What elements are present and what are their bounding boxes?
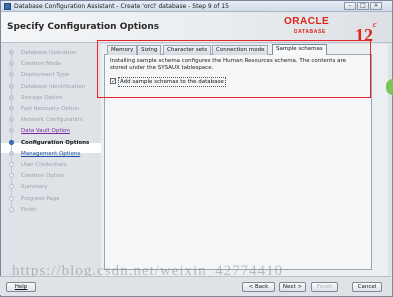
highlight-annotation-box xyxy=(97,40,371,98)
step-indicator-icon xyxy=(9,162,14,167)
sidebar-step-creation-mode: Creation Mode xyxy=(21,61,62,68)
help-button[interactable]: Help xyxy=(6,282,36,292)
step-indicator-icon xyxy=(9,117,14,123)
cancel-button-label: Cancel xyxy=(357,284,377,290)
oracle-logo: ORACLE DATABASE xyxy=(284,16,358,38)
maximize-button[interactable]: □ xyxy=(357,2,369,10)
step-indicator-icon xyxy=(9,128,14,134)
app-icon xyxy=(4,3,11,10)
wizard-footer: Help < Back Next > Finish Cancel xyxy=(0,276,391,295)
step-indicator-icon xyxy=(9,72,14,78)
back-button[interactable]: < Back xyxy=(242,282,275,292)
sidebar-step-network-configuration: Network Configuration xyxy=(21,117,84,124)
finish-button-label: Finish xyxy=(316,284,333,290)
minimize-button[interactable]: – xyxy=(344,2,356,10)
sidebar-step-management-options[interactable]: Management Options xyxy=(21,149,80,159)
step-indicator-icon xyxy=(9,83,14,89)
page-title: Specify Configuration Options xyxy=(7,22,160,32)
step-indicator-icon xyxy=(9,173,14,179)
sidebar-step-summary: Summary xyxy=(21,184,48,191)
sidebar-step-storage-option: Storage Option xyxy=(21,94,63,101)
title-bar: Database Configuration Assistant - Creat… xyxy=(1,1,392,12)
next-button[interactable]: Next > xyxy=(279,282,306,292)
version-suffix: c xyxy=(373,20,377,29)
step-indicator-icon xyxy=(9,184,14,190)
cancel-button[interactable]: Cancel xyxy=(352,282,382,292)
close-button[interactable]: × xyxy=(370,2,382,10)
page-header: Specify Configuration Options ORACLE DAT… xyxy=(1,12,392,44)
step-indicator-icon xyxy=(9,94,14,100)
sidebar-step-configuration-options: Configuration Options xyxy=(21,139,90,146)
next-button-label: Next > xyxy=(282,284,303,290)
steps-sidebar: Database Operation Creation Mode Deploymen… xyxy=(1,44,101,276)
back-button-label: < Back xyxy=(248,284,269,290)
sidebar-step-creation-option: Creation Option xyxy=(21,173,65,180)
sidebar-step-database-operation: Database Operation xyxy=(21,50,77,56)
sidebar-step-fast-recovery-option: Fast Recovery Option xyxy=(21,106,80,112)
step-indicator-icon xyxy=(9,50,14,55)
sidebar-step-database-identification: Database Identification xyxy=(21,83,86,90)
sidebar-step-data-vault-option[interactable]: Data Vault Option xyxy=(21,126,70,136)
side-widget-edge xyxy=(386,79,393,95)
sidebar-step-user-credentials: User Credentials xyxy=(21,162,67,168)
step-indicator-icon xyxy=(9,61,14,67)
sidebar-step-progress-page: Progress Page xyxy=(21,195,60,202)
help-button-label: Help xyxy=(14,284,28,290)
oracle-brand: ORACLE xyxy=(284,16,330,27)
window-title: Database Configuration Assistant - Creat… xyxy=(14,3,229,10)
oracle-brand-sub: DATABASE xyxy=(294,29,326,35)
step-indicator-icon xyxy=(9,106,14,111)
finish-button[interactable]: Finish xyxy=(311,282,338,292)
sidebar-step-deployment-type: Deployment Type xyxy=(21,72,70,79)
sidebar-step-finish: Finish xyxy=(21,206,37,213)
step-indicator-icon xyxy=(9,195,14,201)
step-indicator-icon xyxy=(9,206,14,212)
step-indicator-icon xyxy=(9,150,14,156)
step-indicator-icon xyxy=(9,139,14,145)
